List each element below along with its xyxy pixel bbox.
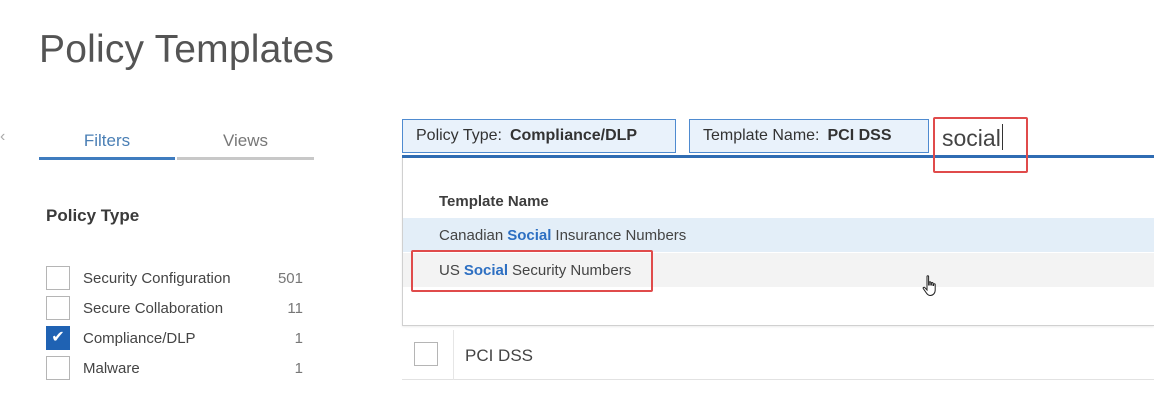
search-chip-bar: Policy Type: Compliance/DLP Template Nam… xyxy=(402,118,1154,158)
tab-views[interactable]: Views xyxy=(177,128,314,160)
table-row[interactable]: PCI DSS xyxy=(402,330,1154,380)
filter-label: Compliance/DLP xyxy=(83,329,196,347)
row-checkbox[interactable] xyxy=(414,342,438,366)
chip-key: Policy Type: xyxy=(416,127,502,144)
tab-filters[interactable]: Filters xyxy=(39,128,175,160)
filter-label: Secure Collaboration xyxy=(83,299,224,317)
filter-item-security-configuration[interactable]: Security Configuration 501 xyxy=(46,263,306,293)
filter-item-secure-collaboration[interactable]: Secure Collaboration 11 xyxy=(46,293,306,323)
filter-checkbox[interactable] xyxy=(46,296,70,320)
filter-checkbox-checked[interactable]: ✔ xyxy=(46,326,70,350)
left-tabs: Filters Views xyxy=(39,128,315,160)
filter-label: Malware xyxy=(83,359,140,377)
result-match: Social xyxy=(507,226,552,244)
filter-count: 1 xyxy=(294,359,303,377)
result-text-after: Insurance Numbers xyxy=(555,226,687,244)
hand-pointer-icon xyxy=(921,274,941,303)
row-template-name: PCI DSS xyxy=(465,346,534,365)
filter-count: 1 xyxy=(294,329,303,347)
checkmark-icon: ✔ xyxy=(51,329,65,346)
filter-checkbox[interactable] xyxy=(46,356,70,380)
left-edge-mark: ‹ xyxy=(0,128,6,145)
chip-key: Template Name: xyxy=(703,127,820,144)
filter-label: Security Configuration xyxy=(83,269,231,287)
filter-checkbox[interactable] xyxy=(46,266,70,290)
policy-type-heading: Policy Type xyxy=(46,206,140,225)
row-divider xyxy=(453,330,454,380)
chip-policy-type[interactable]: Policy Type: Compliance/DLP xyxy=(402,119,676,153)
filter-count: 11 xyxy=(287,299,303,317)
filter-count: 501 xyxy=(277,269,303,287)
chip-value: PCI DSS xyxy=(827,127,892,144)
policy-type-filter-list: Security Configuration 501 Secure Collab… xyxy=(46,263,306,383)
annotation-box-result xyxy=(411,250,653,292)
chip-value: Compliance/DLP xyxy=(509,127,638,144)
dropdown-column-header: Template Name xyxy=(439,193,549,210)
page-title: Policy Templates xyxy=(39,28,335,71)
annotation-box-search xyxy=(933,117,1028,173)
chip-template-name[interactable]: Template Name: PCI DSS xyxy=(689,119,929,153)
autocomplete-dropdown: Template Name Canadian Social Insurance … xyxy=(402,158,1154,326)
filter-item-compliance-dlp[interactable]: ✔ Compliance/DLP 1 xyxy=(46,323,306,353)
dropdown-result-canadian-social-insurance[interactable]: Canadian Social Insurance Numbers xyxy=(403,218,1154,252)
filter-item-malware[interactable]: Malware 1 xyxy=(46,353,306,383)
result-text-before: Canadian xyxy=(439,226,504,244)
